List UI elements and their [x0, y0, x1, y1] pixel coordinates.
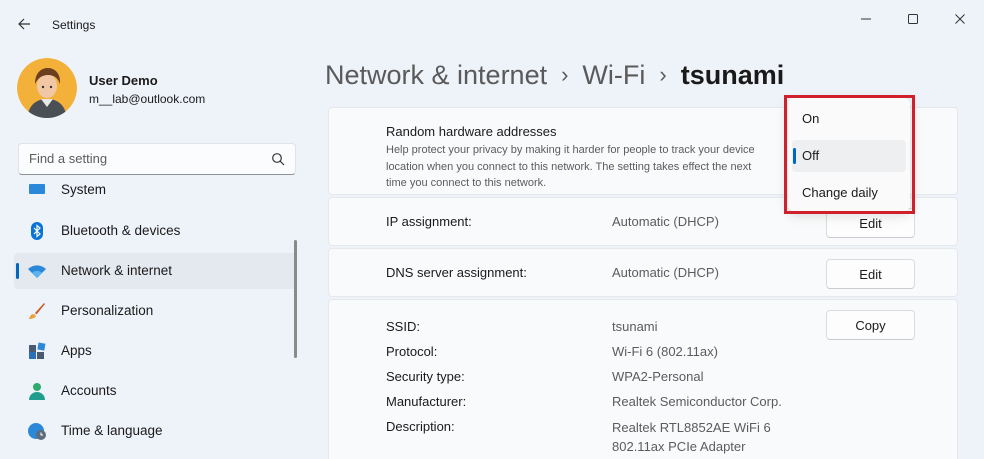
- sidebar-item-label: Time & language: [61, 423, 163, 438]
- breadcrumb-network[interactable]: Network & internet: [325, 60, 547, 90]
- user-name: User Demo: [89, 73, 158, 88]
- sidebar-item-network[interactable]: Network & internet: [14, 253, 296, 289]
- title-bar: Settings: [0, 0, 984, 40]
- wifi-icon: [28, 265, 46, 278]
- maximize-button[interactable]: [890, 5, 936, 33]
- system-icon: [29, 184, 45, 194]
- description-label: Description:: [386, 419, 455, 434]
- breadcrumb: Network & internet › Wi-Fi › tsunami: [325, 60, 784, 91]
- person-icon: [29, 383, 45, 400]
- page-title: tsunami: [680, 60, 785, 90]
- sidebar-item-label: Apps: [61, 343, 92, 358]
- search-box[interactable]: [18, 143, 296, 175]
- protocol-label: Protocol:: [386, 344, 438, 359]
- maximize-icon: [908, 14, 918, 24]
- sidebar-scrollbar[interactable]: [294, 240, 297, 358]
- ssid-value: tsunami: [612, 319, 658, 334]
- app-title: Settings: [52, 18, 96, 32]
- globe-clock-icon: [28, 423, 46, 440]
- minimize-button[interactable]: [843, 5, 889, 33]
- sidebar-item-bluetooth[interactable]: Bluetooth & devices: [14, 213, 296, 249]
- breadcrumb-separator: ›: [561, 62, 569, 87]
- search-icon[interactable]: [271, 152, 285, 166]
- breadcrumb-wifi[interactable]: Wi-Fi: [582, 60, 645, 90]
- sidebar-nav: System Bluetooth & devices Network & int…: [10, 180, 296, 459]
- security-type-value: WPA2-Personal: [612, 369, 704, 384]
- sidebar-item-label: Network & internet: [61, 263, 173, 278]
- ssid-label: SSID:: [386, 319, 420, 334]
- user-email: m__lab@outlook.com: [89, 92, 206, 106]
- sidebar-item-label: Bluetooth & devices: [61, 223, 181, 238]
- avatar[interactable]: [17, 58, 77, 118]
- search-input[interactable]: [29, 151, 259, 166]
- sidebar-item-label: Accounts: [61, 383, 117, 398]
- properties-card: SSID: tsunami Protocol: Wi-Fi 6 (802.11a…: [328, 299, 958, 459]
- dns-assignment-label: DNS server assignment:: [386, 265, 527, 280]
- random-hw-description: Help protect your privacy by making it h…: [386, 144, 755, 189]
- manufacturer-label: Manufacturer:: [386, 394, 467, 409]
- back-button[interactable]: [10, 10, 38, 38]
- sidebar-item-label: System: [61, 182, 107, 197]
- sidebar-item-accounts[interactable]: Accounts: [14, 373, 296, 409]
- breadcrumb-separator: ›: [659, 62, 667, 87]
- description-value: Realtek RTL8852AE WiFi 6: [612, 420, 771, 435]
- random-hw-title: Random hardware addresses: [386, 124, 557, 139]
- back-arrow-icon: [18, 18, 30, 30]
- dns-assignment-card: DNS server assignment: Automatic (DHCP) …: [328, 248, 958, 297]
- manufacturer-value: Realtek Semiconductor Corp.: [612, 394, 782, 409]
- sidebar-item-system[interactable]: System: [14, 180, 296, 208]
- sidebar-item-personalization[interactable]: Personalization: [14, 293, 296, 329]
- brush-icon: [29, 303, 45, 319]
- sidebar-item-apps[interactable]: Apps: [14, 333, 296, 369]
- minimize-icon: [861, 18, 871, 20]
- dns-assignment-value: Automatic (DHCP): [612, 265, 719, 280]
- security-type-label: Security type:: [386, 369, 465, 384]
- protocol-value: Wi-Fi 6 (802.11ax): [612, 344, 718, 359]
- bluetooth-icon: [31, 222, 43, 240]
- copy-button[interactable]: Copy: [826, 310, 915, 340]
- sidebar-item-time-language[interactable]: Time & language: [14, 413, 296, 449]
- ip-assignment-value: Automatic (DHCP): [612, 214, 719, 229]
- settings-window: Settings User Demo m__lab@outlook.com Fi…: [0, 0, 984, 459]
- selection-indicator: [16, 263, 19, 279]
- avatar-image: [17, 58, 77, 118]
- ip-assignment-label: IP assignment:: [386, 214, 472, 229]
- dns-edit-button[interactable]: Edit: [826, 259, 915, 289]
- apps-icon: [29, 342, 46, 359]
- sidebar-item-label: Personalization: [61, 303, 154, 318]
- description-value-line2: 802.11ax PCIe Adapter: [612, 439, 746, 454]
- close-button[interactable]: [937, 5, 983, 33]
- highlight-box: [784, 95, 915, 214]
- close-icon: [955, 14, 965, 24]
